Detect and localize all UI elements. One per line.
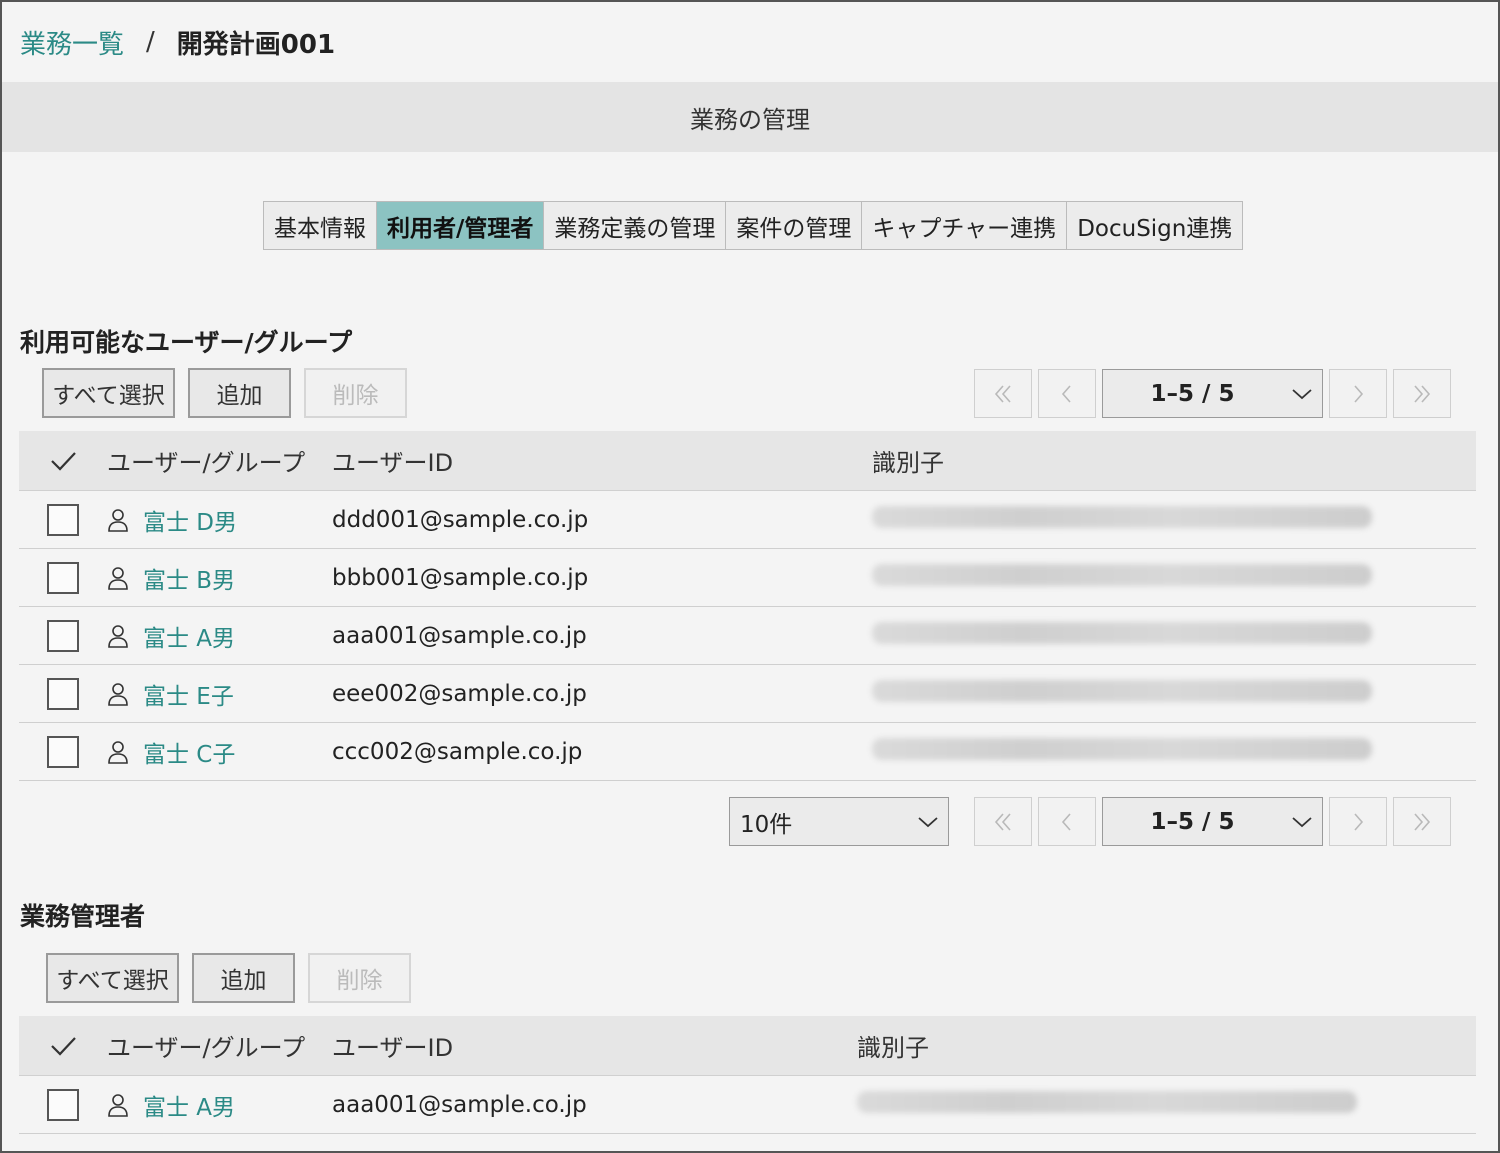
table-row: 富士 A男 aaa001@sample.co.jp: [19, 607, 1476, 665]
column-header-identifier: 識別子: [872, 449, 944, 477]
tab-bar: 基本情報 利用者/管理者 業務定義の管理 案件の管理 キャプチャー連携 Docu…: [263, 201, 1244, 250]
column-header-user-id: ユーザーID: [332, 1034, 454, 1062]
column-header-user-group: ユーザー/グループ: [107, 449, 306, 477]
breadcrumb-separator: /: [146, 27, 155, 57]
table-header: ユーザー/グループ ユーザーID 識別子: [19, 1016, 1476, 1076]
user-icon: [108, 566, 128, 590]
first-page-icon: [994, 812, 1011, 831]
top-next-page-button[interactable]: [1329, 369, 1387, 418]
user-id-cell: aaa001@sample.co.jp: [332, 1091, 587, 1118]
bottom-page-range: 1–5 / 5: [1150, 808, 1235, 835]
column-header-user-id: ユーザーID: [332, 449, 454, 477]
user-icon: [108, 740, 128, 764]
row-checkbox[interactable]: [47, 677, 79, 710]
admins-add-button[interactable]: 追加: [192, 953, 295, 1003]
first-page-icon: [994, 384, 1011, 403]
table-row: 富士 B男 bbb001@sample.co.jp: [19, 549, 1476, 607]
user-name-link[interactable]: 富士 B男: [143, 561, 235, 595]
header-check-cell[interactable]: [19, 449, 107, 473]
row-checkbox[interactable]: [47, 503, 79, 536]
page-title-bar: 業務の管理: [2, 82, 1498, 152]
user-id-cell: ccc002@sample.co.jp: [332, 738, 583, 765]
identifier-redacted: [872, 679, 1372, 702]
top-last-page-button[interactable]: [1393, 369, 1451, 418]
tab-business-definition[interactable]: 業務定義の管理: [544, 202, 727, 249]
available-select-all-button[interactable]: すべて選択: [42, 368, 175, 418]
bottom-first-page-button[interactable]: [974, 797, 1032, 846]
admins-title: 業務管理者: [20, 902, 146, 931]
column-header-user-group: ユーザー/グループ: [107, 1034, 306, 1062]
row-checkbox[interactable]: [47, 735, 79, 768]
breadcrumb-parent-link[interactable]: 業務一覧: [20, 24, 124, 61]
bottom-last-page-button[interactable]: [1393, 797, 1451, 846]
page-title: 業務の管理: [690, 105, 810, 134]
user-name-link[interactable]: 富士 E子: [143, 677, 234, 711]
row-checkbox[interactable]: [47, 561, 79, 594]
breadcrumb-current: 開発計画001: [176, 29, 336, 60]
check-icon: [51, 451, 76, 471]
tab-case-management[interactable]: 案件の管理: [726, 202, 863, 249]
row-checkbox[interactable]: [47, 1088, 79, 1121]
next-page-icon: [1354, 384, 1364, 403]
user-name-link[interactable]: 富士 C子: [143, 735, 235, 769]
top-prev-page-button[interactable]: [1038, 369, 1096, 418]
last-page-icon: [1414, 812, 1431, 831]
table-row: 富士 C子 ccc002@sample.co.jp: [19, 723, 1476, 781]
user-icon: [108, 1093, 128, 1117]
identifier-redacted: [857, 1090, 1357, 1113]
identifier-redacted: [872, 563, 1372, 586]
user-id-cell: ddd001@sample.co.jp: [332, 506, 589, 533]
top-page-range: 1–5 / 5: [1150, 380, 1235, 407]
admins-table: ユーザー/グループ ユーザーID 識別子 富士 A男 aaa001@sample…: [19, 1016, 1476, 1134]
available-add-button[interactable]: 追加: [188, 368, 291, 418]
identifier-redacted: [872, 505, 1372, 528]
check-icon: [51, 1036, 76, 1056]
table-row: 富士 A男 aaa001@sample.co.jp: [19, 1076, 1476, 1134]
table-row: 富士 E子 eee002@sample.co.jp: [19, 665, 1476, 723]
available-users-table: ユーザー/グループ ユーザーID 識別子 富士 D男 ddd001@sample…: [19, 431, 1476, 781]
tab-basic-info[interactable]: 基本情報: [264, 202, 377, 249]
user-name-link[interactable]: 富士 D男: [143, 503, 237, 537]
tab-capture-integration[interactable]: キャプチャー連携: [862, 202, 1068, 249]
identifier-redacted: [872, 621, 1372, 644]
row-checkbox[interactable]: [47, 619, 79, 652]
per-page-value: 10件: [740, 811, 793, 838]
column-header-identifier: 識別子: [857, 1034, 929, 1062]
available-delete-button[interactable]: 削除: [304, 368, 407, 418]
user-id-cell: aaa001@sample.co.jp: [332, 622, 587, 649]
prev-page-icon: [1061, 384, 1071, 403]
bottom-prev-page-button[interactable]: [1038, 797, 1096, 846]
last-page-icon: [1414, 384, 1431, 403]
available-users-title: 利用可能なユーザー/グループ: [20, 328, 353, 357]
bottom-next-page-button[interactable]: [1329, 797, 1387, 846]
top-first-page-button[interactable]: [974, 369, 1032, 418]
user-name-link[interactable]: 富士 A男: [143, 1088, 235, 1122]
table-header: ユーザー/グループ ユーザーID 識別子: [19, 431, 1476, 491]
user-id-cell: bbb001@sample.co.jp: [332, 564, 589, 591]
per-page-select[interactable]: 10件: [729, 797, 949, 846]
tab-docusign-integration[interactable]: DocuSign連携: [1067, 202, 1242, 249]
user-icon: [108, 624, 128, 648]
next-page-icon: [1354, 812, 1364, 831]
prev-page-icon: [1061, 812, 1071, 831]
user-name-link[interactable]: 富士 A男: [143, 619, 235, 653]
bottom-page-range-select[interactable]: 1–5 / 5: [1102, 797, 1323, 846]
user-icon: [108, 508, 128, 532]
breadcrumb: 業務一覧 / 開発計画001: [20, 22, 335, 62]
identifier-redacted: [872, 737, 1372, 760]
chevron-down-icon: [1292, 816, 1312, 827]
top-page-range-select[interactable]: 1–5 / 5: [1102, 369, 1323, 418]
chevron-down-icon: [918, 816, 938, 827]
user-icon: [108, 682, 128, 706]
admins-select-all-button[interactable]: すべて選択: [46, 953, 179, 1003]
chevron-down-icon: [1292, 388, 1312, 399]
admins-delete-button[interactable]: 削除: [308, 953, 411, 1003]
table-row: 富士 D男 ddd001@sample.co.jp: [19, 491, 1476, 549]
header-check-cell[interactable]: [19, 1034, 107, 1058]
user-id-cell: eee002@sample.co.jp: [332, 680, 587, 707]
tab-users-admins[interactable]: 利用者/管理者: [377, 202, 545, 249]
